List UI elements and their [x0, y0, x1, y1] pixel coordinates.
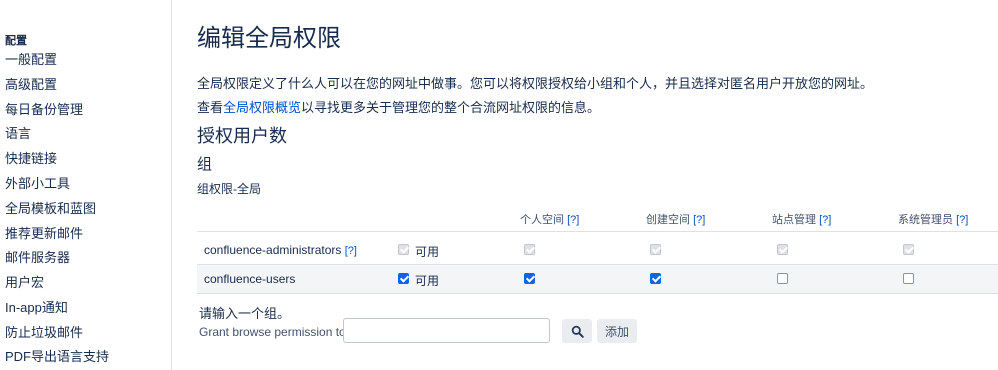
- page-description: 全局权限定义了什么人可以在您的网址中做事。您可以将权限授权给小组和个人，并且选择…: [197, 76, 874, 91]
- create-space-checkbox[interactable]: [650, 273, 661, 284]
- group-subtitle: 组权限-全局: [197, 182, 261, 196]
- sidebar-item-language[interactable]: 语言: [5, 126, 31, 142]
- page-title: 编辑全局权限: [197, 25, 341, 52]
- global-permissions-overview-link[interactable]: 全局权限概览: [223, 100, 301, 115]
- add-button[interactable]: 添加: [597, 319, 637, 343]
- available-checkbox[interactable]: [398, 273, 409, 284]
- help-link[interactable]: [?]: [956, 214, 968, 226]
- sidebar-item-shortcut-links[interactable]: 快捷链接: [5, 151, 57, 167]
- system-admin-checkbox[interactable]: [903, 244, 914, 255]
- enter-group-message: 请输入一个组。: [199, 306, 291, 321]
- create-space-checkbox[interactable]: [650, 244, 661, 255]
- table-header: 个人空间 [?] 创建空间 [?] 站点管理 [?] 系统管理员 [?]: [197, 203, 998, 232]
- group-title: 组: [197, 156, 213, 173]
- column-header-create-space: 创建空间 [?]: [646, 214, 706, 226]
- group-name: confluence-administrators [?]: [204, 243, 357, 257]
- column-header-system-admin: 系统管理员 [?]: [898, 214, 969, 226]
- overview-sentence: 查看全局权限概览以寻找更多关于管理您的整个合流网址权限的信息。: [197, 97, 600, 116]
- sidebar-item-general-config[interactable]: 一般配置: [5, 52, 57, 68]
- table-row: confluence-users 可用: [197, 265, 998, 294]
- column-header-site-admin: 站点管理 [?]: [772, 214, 832, 226]
- sidebar-item-spam-prevention[interactable]: 防止垃圾邮件: [5, 325, 83, 341]
- available-checkbox[interactable]: [398, 244, 409, 255]
- grant-browse-label: Grant browse permission to: [199, 325, 346, 339]
- section-title: 授权用户数: [197, 126, 287, 146]
- grant-browse-input[interactable]: [343, 318, 550, 343]
- search-icon: [571, 325, 584, 338]
- personal-space-checkbox[interactable]: [524, 273, 535, 284]
- available-label: 可用: [415, 245, 440, 259]
- sidebar-item-in-app-notifications[interactable]: In-app通知: [5, 300, 68, 316]
- sidebar: 配置 一般配置 高级配置 每日备份管理 语言 快捷链接 外部小工具 全局模板和蓝…: [0, 0, 172, 370]
- sidebar-item-user-macros[interactable]: 用户宏: [5, 275, 44, 291]
- overview-suffix: 以寻找更多关于管理您的整个合流网址权限的信息。: [301, 100, 601, 115]
- sidebar-item-advanced-config[interactable]: 高级配置: [5, 77, 57, 93]
- sidebar-item-daily-backup[interactable]: 每日备份管理: [5, 102, 83, 118]
- permissions-table: 个人空间 [?] 创建空间 [?] 站点管理 [?] 系统管理员 [?] con…: [197, 203, 998, 294]
- table-row: confluence-administrators [?] 可用: [197, 236, 998, 265]
- sidebar-item-external-gadgets[interactable]: 外部小工具: [5, 176, 70, 192]
- sidebar-item-mail-servers[interactable]: 邮件服务器: [5, 250, 70, 266]
- help-link[interactable]: [?]: [567, 214, 579, 226]
- overview-prefix: 查看: [197, 100, 224, 115]
- personal-space-checkbox[interactable]: [524, 244, 535, 255]
- sidebar-item-pdf-export-language[interactable]: PDF导出语言支持: [5, 349, 109, 365]
- column-header-personal-space: 个人空间 [?]: [520, 214, 580, 226]
- sidebar-heading: 配置: [5, 35, 27, 47]
- group-name: confluence-users: [204, 272, 296, 286]
- site-admin-checkbox[interactable]: [777, 244, 788, 255]
- site-admin-checkbox[interactable]: [777, 273, 788, 284]
- main-content: 编辑全局权限 全局权限定义了什么人可以在您的网址中做事。您可以将权限授权给小组和…: [197, 0, 998, 370]
- system-admin-checkbox[interactable]: [903, 273, 914, 284]
- help-link[interactable]: [?]: [693, 214, 705, 226]
- sidebar-item-global-templates[interactable]: 全局模板和蓝图: [5, 201, 96, 217]
- help-link[interactable]: [?]: [345, 245, 357, 257]
- sidebar-item-recommended-updates[interactable]: 推荐更新邮件: [5, 226, 83, 242]
- available-label: 可用: [415, 274, 440, 288]
- search-button[interactable]: [562, 319, 592, 343]
- help-link[interactable]: [?]: [819, 214, 831, 226]
